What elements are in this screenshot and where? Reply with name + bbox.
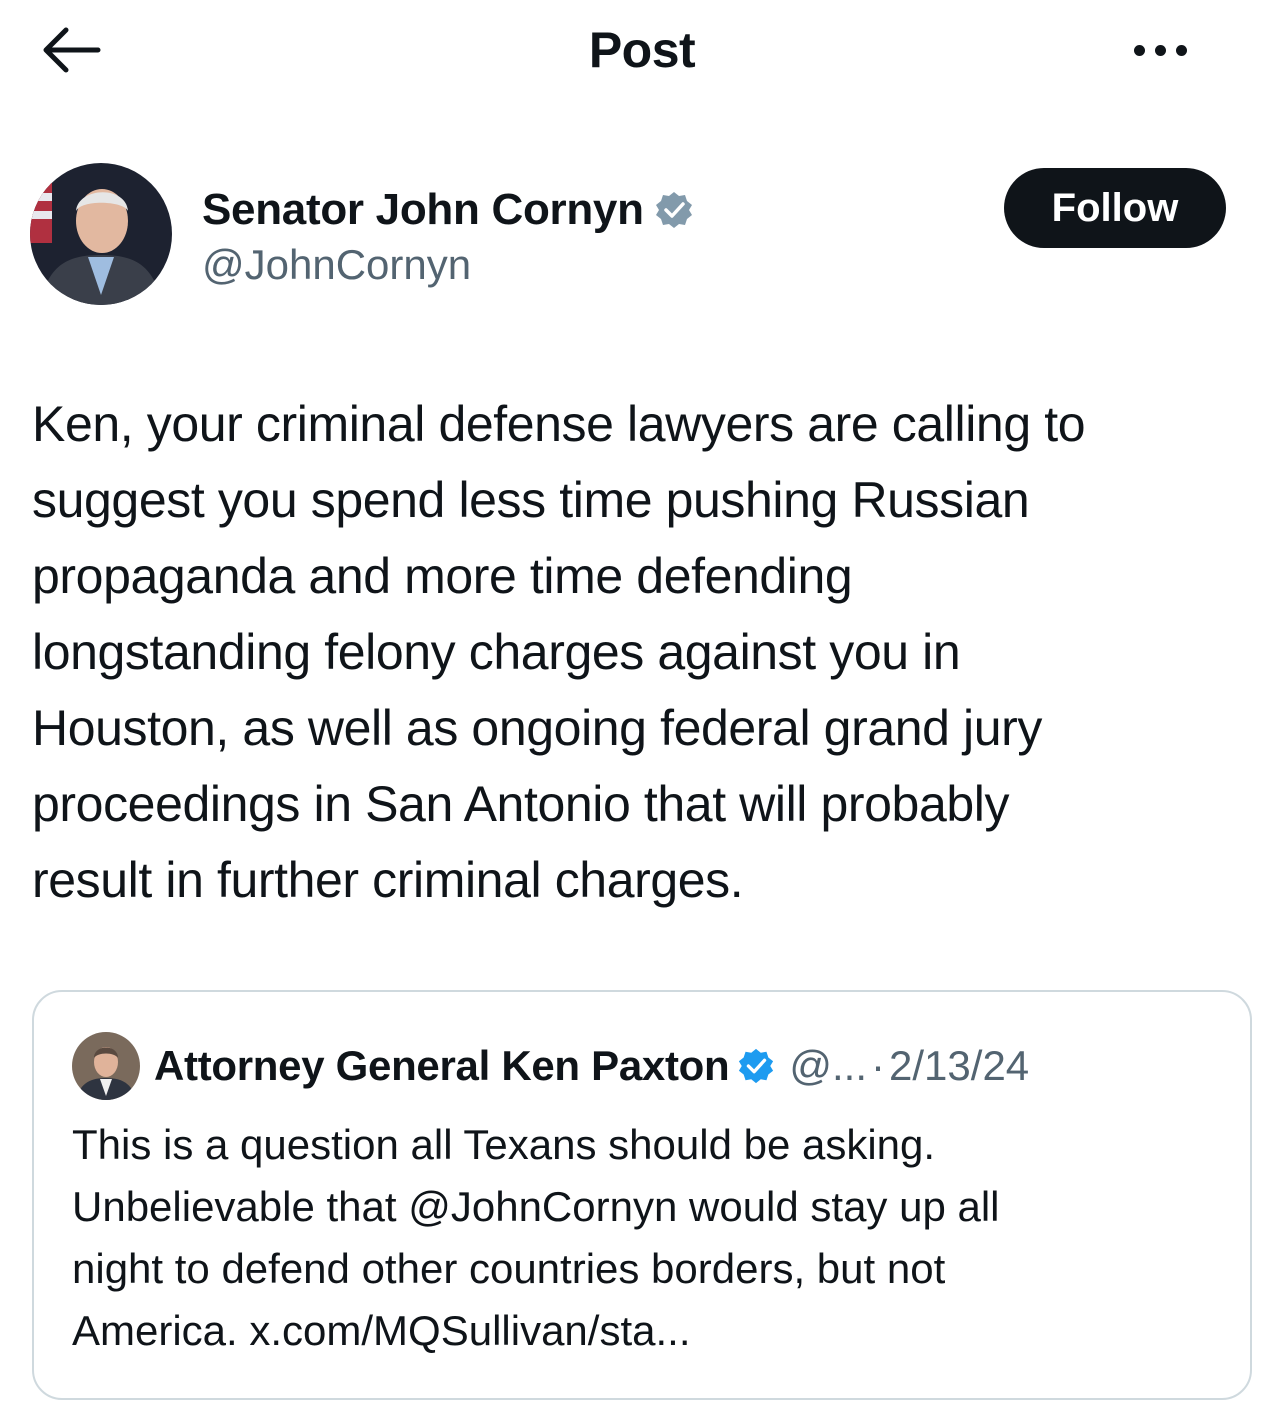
verified-badge-icon <box>739 1048 774 1084</box>
author-name[interactable]: Senator John Cornyn <box>202 185 644 235</box>
post-text: Ken, your criminal defense lawyers are c… <box>32 396 1086 908</box>
quote-author-avatar <box>72 1032 140 1100</box>
follow-button[interactable]: Follow <box>1004 168 1226 248</box>
page-title: Post <box>588 22 696 78</box>
quote-author-handle: @... <box>789 1042 868 1089</box>
post-author: Senator John Cornyn @JohnCornyn Follow <box>30 163 1250 308</box>
quote-date: 2/13/24 <box>889 1042 1030 1089</box>
top-bar: Post <box>0 0 1284 100</box>
quoted-post[interactable]: Attorney General Ken Paxton @... · 2/13/… <box>32 990 1252 1400</box>
author-avatar[interactable] <box>30 163 172 305</box>
quote-author-name: Attorney General Ken Paxton <box>154 1042 730 1089</box>
more-options-button[interactable] <box>1110 18 1210 82</box>
more-horizontal-icon <box>1133 44 1187 56</box>
verified-badge-icon <box>655 192 692 228</box>
separator-dot: · <box>871 1042 886 1089</box>
quote-text: This is a question all Texans should be … <box>72 1121 1000 1354</box>
author-handle[interactable]: @JohnCornyn <box>202 241 471 289</box>
